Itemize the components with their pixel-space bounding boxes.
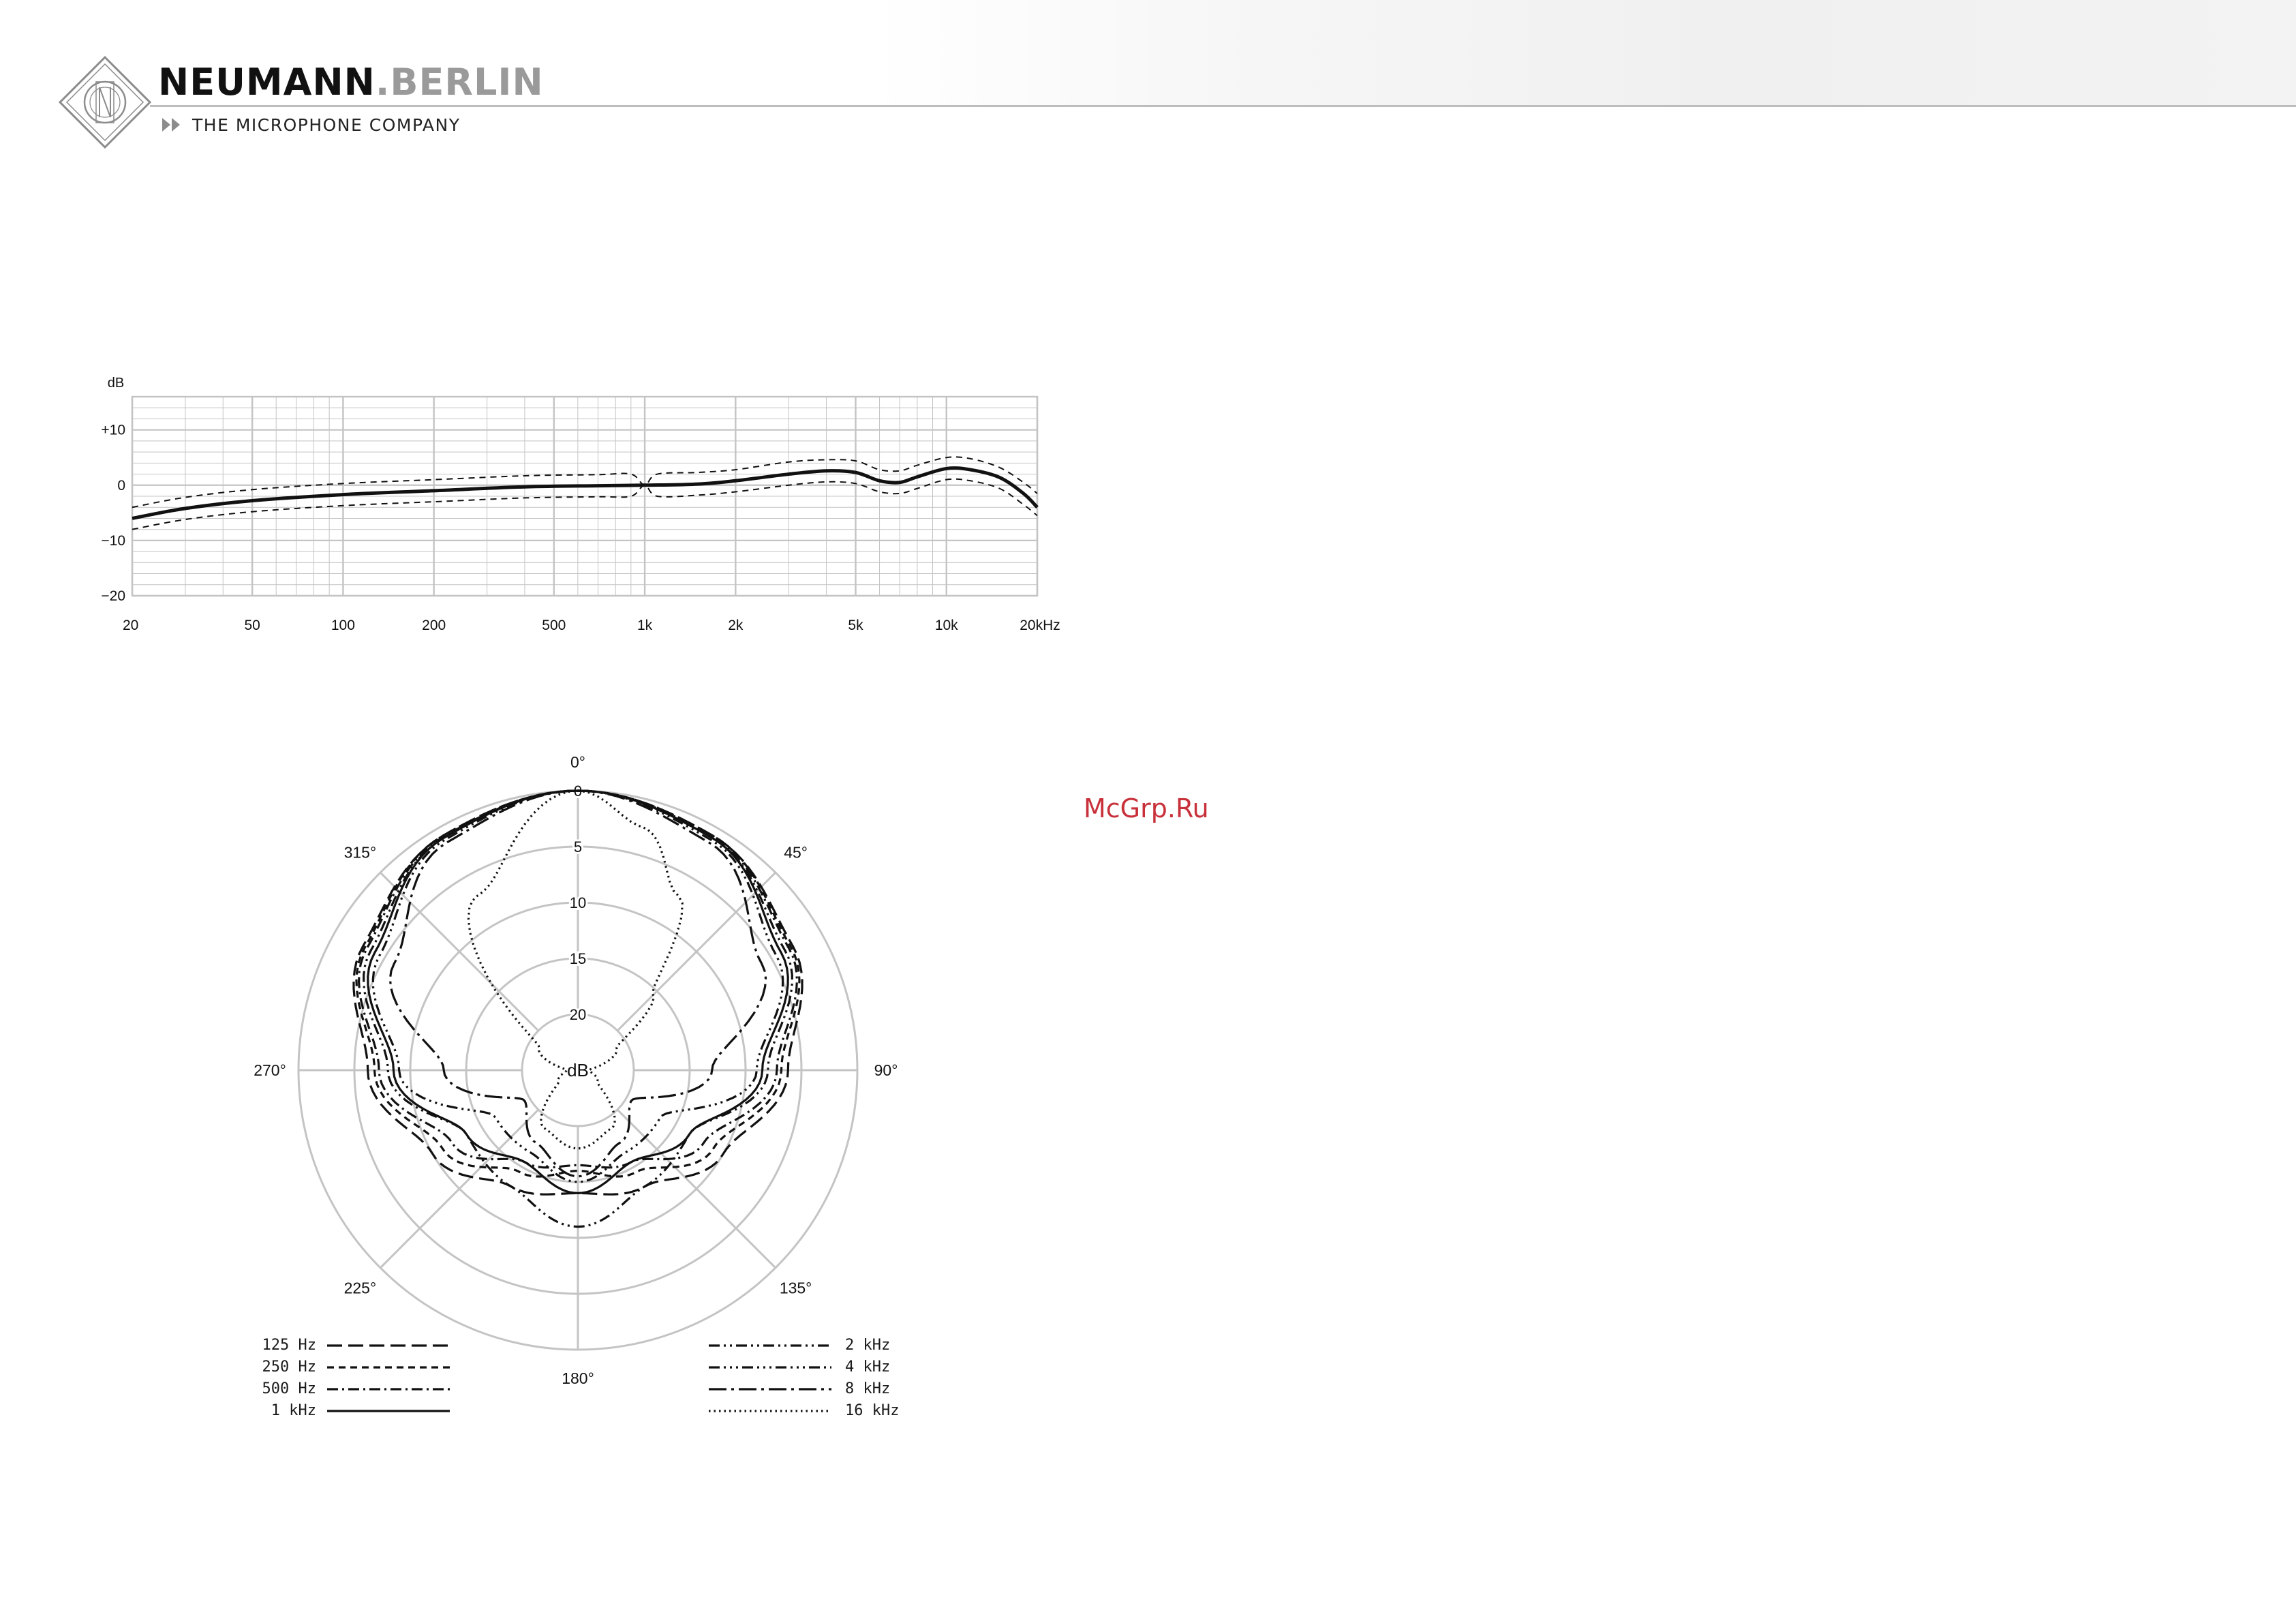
legend-item-250hz: 250 Hz	[245, 1357, 450, 1378]
x-tick-label: 200	[422, 618, 446, 633]
legend-label: 4 kHz	[845, 1359, 891, 1376]
polar-legend-left: 125 Hz 250 Hz 500 Hz 1 kHz	[245, 1335, 463, 1424]
angle-tick-label: 45°	[784, 843, 808, 861]
legend-item-8khz: 8 kHz	[709, 1379, 890, 1399]
angle-tick-label: 225°	[344, 1279, 377, 1297]
legend-item-4khz: 4 kHz	[709, 1357, 890, 1378]
radial-tick-label: 5	[574, 838, 582, 855]
legend-item-1khz: 1 kHz	[245, 1401, 450, 1421]
watermark-text: McGrp.Ru	[1084, 793, 1209, 823]
legend-swatch	[327, 1366, 450, 1369]
x-tick-label: 20kHz	[1020, 618, 1060, 633]
legend-item-16khz: 16 kHz	[709, 1401, 899, 1421]
radial-tick-label: 20	[570, 1006, 586, 1023]
x-tick-label: 20	[123, 618, 138, 633]
radial-tick-label: 10	[570, 894, 586, 911]
brand-city-text: BERLIN	[390, 61, 544, 104]
legend-label: 1 kHz	[271, 1402, 316, 1419]
x-tick-label: 2k	[728, 618, 744, 633]
polar-pattern-chart: 05101520dB0°45°90°135°180°225°270°315°	[254, 753, 898, 1387]
y-tick-label: +10	[101, 423, 125, 438]
legend-swatch	[709, 1410, 831, 1412]
legend-item-2khz: 2 kHz	[709, 1335, 890, 1356]
legend-swatch	[327, 1410, 450, 1412]
y-axis-label: dB	[108, 376, 124, 391]
x-tick-label: 500	[542, 618, 566, 633]
brand-dot-text: .	[375, 61, 391, 104]
legend-swatch	[327, 1344, 450, 1347]
polar-legend-right: 2 kHz 4 kHz 8 kHz 16 kHz	[709, 1335, 913, 1424]
legend-label: 500 Hz	[262, 1380, 316, 1397]
brand-tagline: THE MICROPHONE COMPANY	[161, 115, 461, 135]
y-tick-label: 0	[117, 478, 125, 494]
x-tick-label: 10k	[935, 618, 958, 633]
x-tick-label: 1k	[637, 618, 653, 633]
legend-label: 125 Hz	[262, 1337, 316, 1354]
header-rule	[150, 105, 2296, 107]
x-tick-label: 5k	[848, 618, 863, 633]
frequency-response-chart: dB +10 0 −10 −20 20 50 100 200 500 1k 2k 5k 10k 20kHz	[101, 376, 1060, 633]
angle-tick-label: 180°	[562, 1369, 594, 1387]
y-tick-label: −20	[101, 588, 125, 604]
x-tick-label: 100	[331, 618, 355, 633]
legend-swatch	[709, 1344, 831, 1347]
legend-label: 8 kHz	[845, 1380, 891, 1397]
radial-tick-label: 15	[570, 950, 586, 967]
legend-label: 250 Hz	[262, 1359, 316, 1376]
angle-tick-label: 270°	[254, 1061, 286, 1079]
neumann-diamond-logo-icon	[58, 55, 152, 149]
polar-spoke	[616, 1108, 776, 1269]
angle-tick-label: 135°	[780, 1279, 812, 1297]
brand-main-text: NEUMANN	[158, 61, 376, 104]
angle-tick-label: 90°	[874, 1061, 898, 1079]
polar-spoke	[616, 872, 776, 1032]
legend-item-125hz: 125 Hz	[245, 1335, 450, 1356]
response-curve	[132, 466, 1039, 520]
legend-item-500hz: 500 Hz	[245, 1379, 450, 1399]
y-tick-label: −10	[101, 533, 125, 549]
legend-label: 16 kHz	[845, 1402, 900, 1419]
center-unit-label: dB	[567, 1060, 589, 1080]
double-arrow-icon	[162, 118, 180, 132]
polar-spoke	[380, 872, 540, 1032]
tagline-text: THE MICROPHONE COMPANY	[192, 115, 461, 135]
legend-swatch	[327, 1388, 450, 1391]
x-tick-label: 50	[244, 618, 260, 633]
legend-label: 2 kHz	[845, 1337, 891, 1354]
angle-tick-label: 315°	[344, 843, 377, 861]
legend-swatch	[709, 1388, 831, 1391]
angle-tick-label: 0°	[570, 753, 585, 771]
legend-swatch	[709, 1366, 831, 1369]
brand-name: NEUMANN.BERLIN	[158, 61, 544, 104]
